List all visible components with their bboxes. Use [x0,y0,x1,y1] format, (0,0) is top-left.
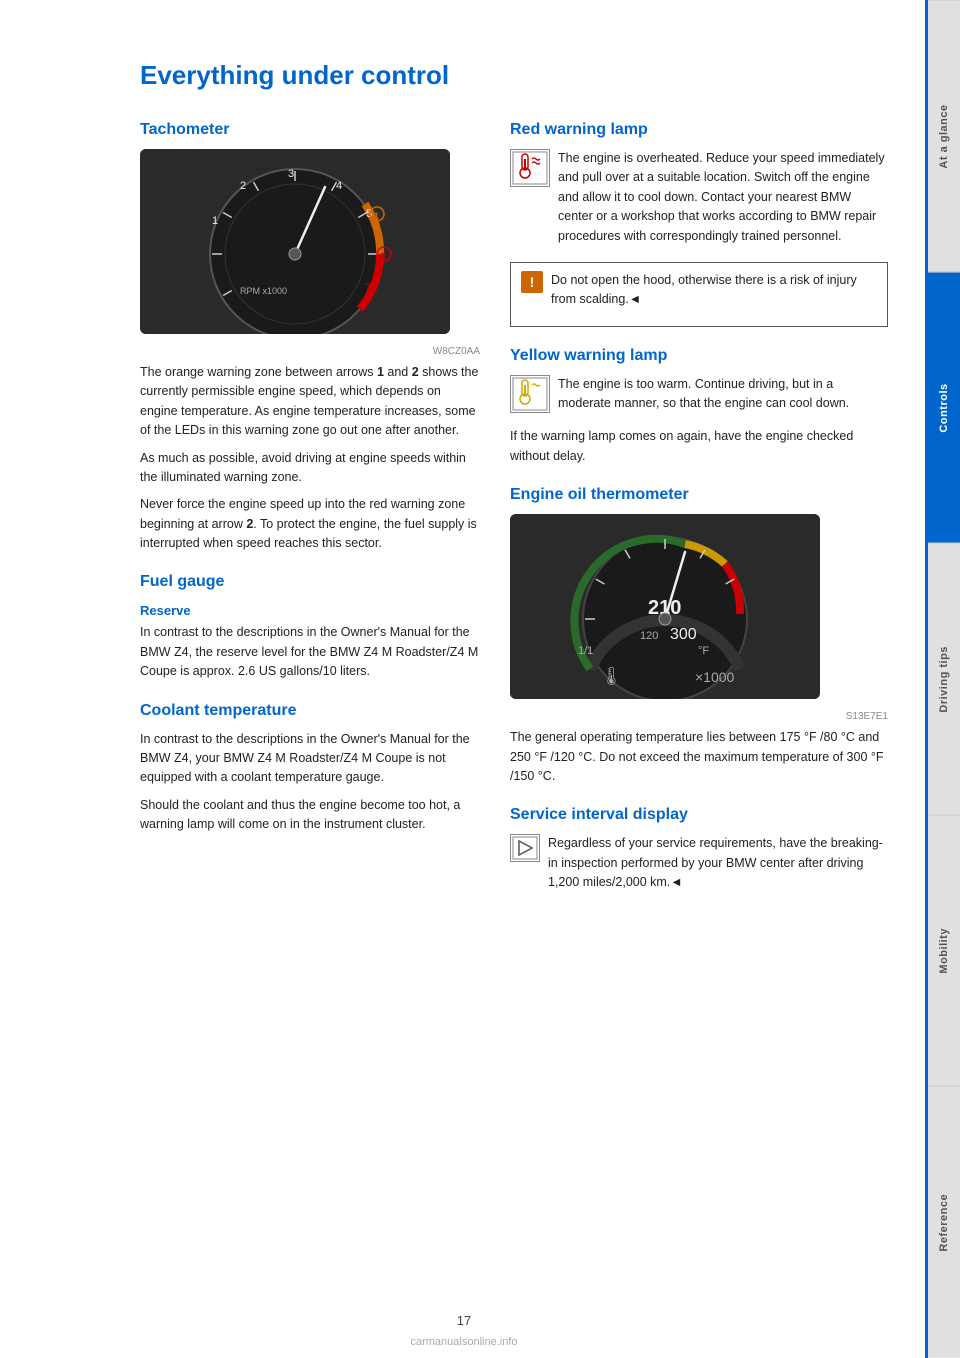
warning-box-text: Do not open the hood, otherwise there is… [551,271,877,310]
main-content: Everything under control Tachometer [0,0,928,1358]
tachometer-heading: Tachometer [140,121,480,139]
svg-text:RPM x1000: RPM x1000 [240,286,287,296]
right-column: Red warning lamp [510,121,888,906]
coolant-heading: Coolant temperature [140,702,480,720]
svg-text:°F: °F [698,645,709,657]
sidebar-tab-at-a-glance[interactable]: At a glance [928,0,960,272]
page-number: 17 [457,1313,471,1328]
oil-image-ref: S13E7E1 [510,711,888,722]
service-interval-body: Regardless of your service requirements,… [548,834,888,892]
svg-text:3: 3 [288,168,294,180]
svg-text:×1000: ×1000 [695,669,735,685]
yellow-lamp-icon-box [510,375,550,413]
oil-thermo-body1: The general operating temperature lies b… [510,728,888,786]
left-column: Tachometer [140,121,480,906]
service-icon-box [510,834,540,862]
fuel-gauge-body: In contrast to the descriptions in the O… [140,623,480,681]
service-interval-indicator: Regardless of your service requirements,… [510,834,888,900]
yellow-warning-body2: If the warning lamp comes on again, have… [510,427,888,466]
svg-text:2: 2 [381,251,386,261]
svg-text:1/1: 1/1 [578,645,593,657]
oil-thermo-heading: Engine oil thermometer [510,486,888,504]
svg-text:300: 300 [670,626,697,643]
red-warning-heading: Red warning lamp [510,121,888,139]
red-warning-body: The engine is overheated. Reduce your sp… [558,149,888,246]
tachometer-image: 1 2 3 4 5 6 7 1 2 [140,149,450,334]
oil-thermometer-image: 210 300 120 °F 1/1 🌡 ×1000 [510,514,820,699]
tachometer-body3: Never force the engine speed up into the… [140,495,480,553]
svg-text:4: 4 [336,180,342,192]
svg-text:2: 2 [240,180,246,192]
tachometer-body2: As much as possible, avoid driving at en… [140,449,480,488]
watermark: carmanualsonline.info [0,1336,928,1348]
red-lamp-indicator: The engine is overheated. Reduce your sp… [510,149,888,254]
svg-text:1: 1 [212,215,218,227]
coolant-body2: Should the coolant and thus the engine b… [140,796,480,835]
svg-text:1: 1 [374,211,379,221]
service-interval-heading: Service interval display [510,806,888,824]
red-lamp-icon-box [510,149,550,187]
sidebar-tab-driving-tips[interactable]: Driving tips [928,543,960,815]
coolant-body1: In contrast to the descriptions in the O… [140,730,480,788]
fuel-gauge-subheading: Reserve [140,603,480,618]
sidebar: At a glance Controls Driving tips Mobili… [928,0,960,1358]
sidebar-tab-reference[interactable]: Reference [928,1086,960,1358]
tacho-image-ref: W8CZ0AA [140,346,480,357]
fuel-gauge-heading: Fuel gauge [140,573,480,591]
page-title: Everything under control [140,60,888,91]
svg-text:120: 120 [640,630,658,642]
sidebar-tab-controls[interactable]: Controls [928,272,960,544]
yellow-warning-body1: The engine is too warm. Continue driving… [558,375,888,414]
svg-text:7: 7 [365,282,371,294]
warning-triangle-icon: ! [521,271,543,293]
warning-box: ! Do not open the hood, otherwise there … [510,262,888,327]
svg-text:🌡: 🌡 [600,666,623,686]
yellow-lamp-indicator: The engine is too warm. Continue driving… [510,375,888,422]
tachometer-body1: The orange warning zone between arrows 1… [140,363,480,441]
yellow-warning-heading: Yellow warning lamp [510,347,888,365]
sidebar-tab-mobility[interactable]: Mobility [928,815,960,1087]
